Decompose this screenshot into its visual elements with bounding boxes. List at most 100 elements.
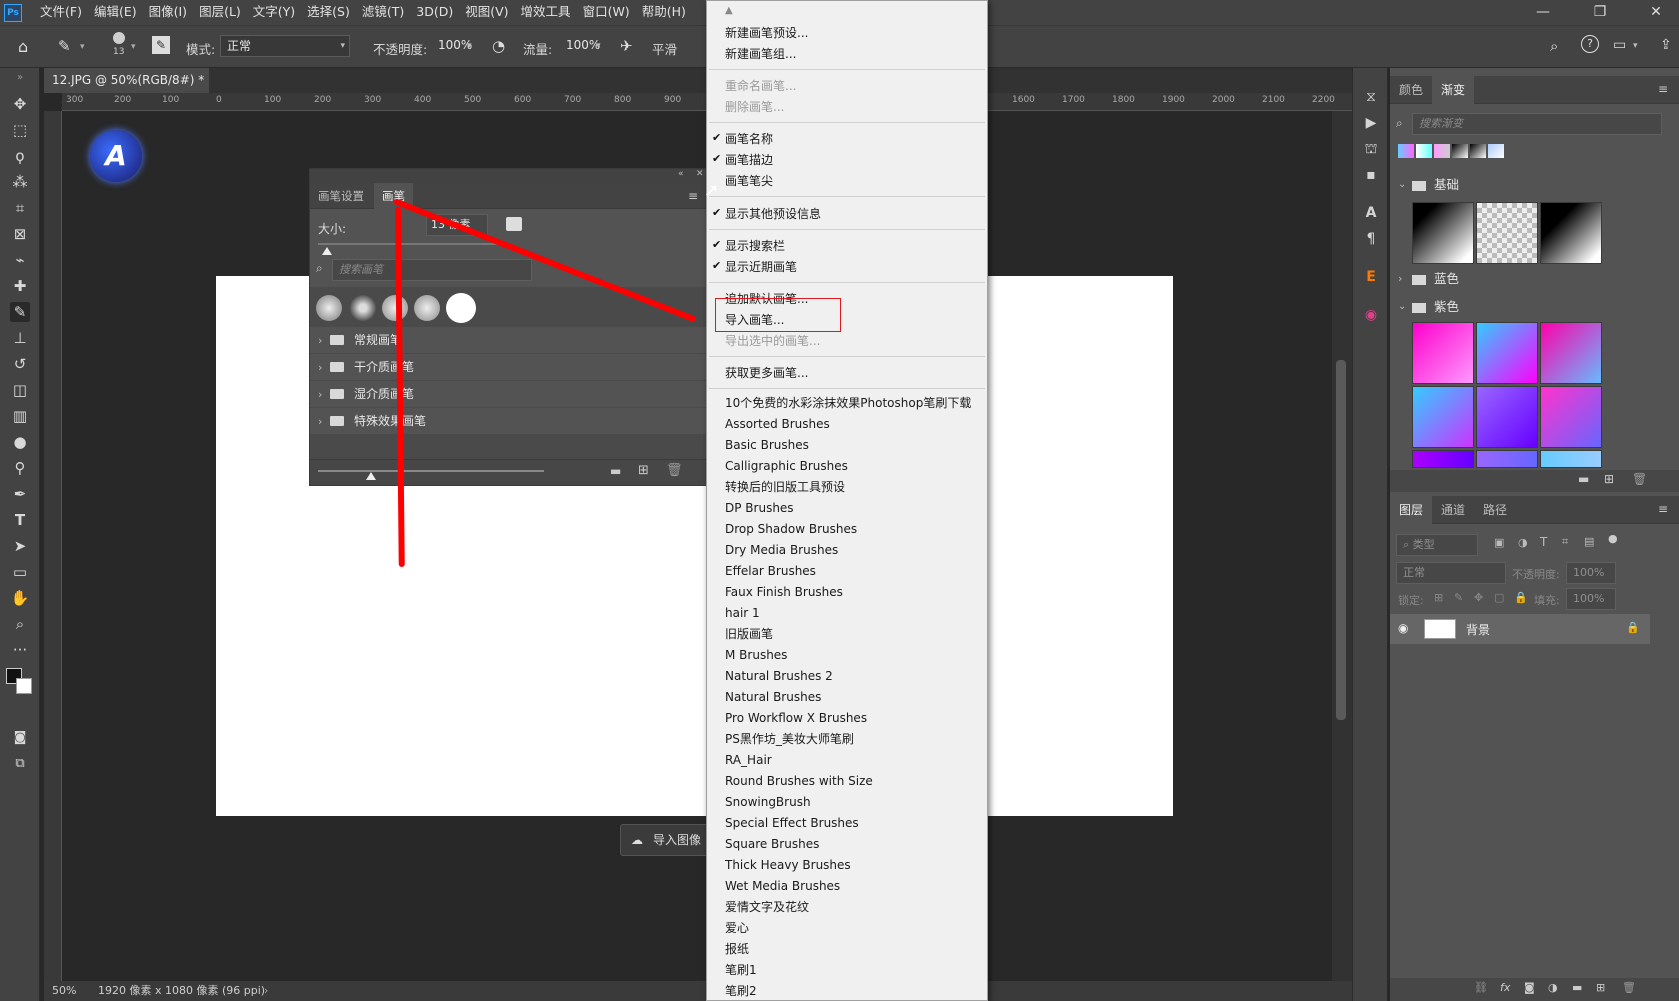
menu-file[interactable]: 文件(F) bbox=[34, 0, 88, 26]
menu-item-brush-stroke[interactable]: 画笔描边 bbox=[725, 152, 773, 168]
recent-gradient[interactable] bbox=[1470, 144, 1486, 158]
filter-type-icon[interactable]: T bbox=[1540, 535, 1547, 549]
link-layers-icon[interactable]: ⛓ bbox=[1474, 981, 1488, 994]
panel-header[interactable]: « ✕ bbox=[310, 169, 709, 183]
gradient-swatch[interactable] bbox=[1476, 386, 1538, 448]
brush-set-item[interactable]: 10个免费的水彩涂抹效果Photoshop笔刷下载 bbox=[725, 395, 971, 411]
menu-item-show-preset-info[interactable]: 显示其他预设信息 bbox=[725, 206, 821, 222]
healing-brush-icon[interactable]: ✚ bbox=[10, 276, 30, 296]
brush-set-item[interactable]: Faux Finish Brushes bbox=[725, 584, 843, 600]
menu-item-show-search-bar[interactable]: 显示搜索栏 bbox=[725, 238, 785, 254]
search-icon[interactable]: ⌕ bbox=[1550, 37, 1558, 55]
mode-select[interactable]: 正常 ▾ bbox=[220, 35, 350, 57]
menu-select[interactable]: 选择(S) bbox=[301, 0, 356, 26]
brush-preview-icon[interactable] bbox=[113, 32, 125, 44]
menu-help[interactable]: 帮助(H) bbox=[636, 0, 692, 26]
type-tool-icon[interactable]: T bbox=[10, 510, 30, 530]
visibility-eye-icon[interactable]: ◉ bbox=[1398, 621, 1408, 635]
character-icon[interactable]: A bbox=[1362, 204, 1380, 222]
filter-smart-icon[interactable]: ▤ bbox=[1584, 535, 1594, 548]
thumbnail-size-slider[interactable] bbox=[318, 470, 544, 472]
gradient-group-purple[interactable]: ⌄ 紫色 bbox=[1390, 294, 1665, 320]
menu-plugins[interactable]: 增效工具 bbox=[515, 0, 577, 26]
menu-view[interactable]: 视图(V) bbox=[459, 0, 514, 26]
paragraph-icon[interactable]: ¶ bbox=[1362, 230, 1380, 248]
recent-brush-5[interactable] bbox=[446, 293, 476, 323]
trash-icon[interactable]: 🗑 bbox=[666, 463, 683, 478]
gradient-swatch[interactable] bbox=[1476, 450, 1538, 468]
tab-layers[interactable]: 图层 bbox=[1390, 496, 1433, 524]
dodge-tool-icon[interactable]: ⚲ bbox=[10, 458, 30, 478]
lock-all-icon[interactable]: 🔒 bbox=[1514, 591, 1528, 604]
document-info[interactable]: 1920 像素 x 1080 像素 (96 ppi) bbox=[98, 981, 265, 1001]
document-tab[interactable]: 12.JPG @ 50%(RGB/8#) * × bbox=[44, 68, 209, 112]
new-group-icon[interactable]: ▬ bbox=[1572, 981, 1582, 994]
add-brush-icon[interactable]: ⊞ bbox=[638, 463, 649, 478]
menu-edit[interactable]: 编辑(E) bbox=[88, 0, 143, 26]
marquee-tool-icon[interactable]: ⬚ bbox=[10, 120, 30, 140]
move-tool-icon[interactable]: ✥ bbox=[10, 94, 30, 114]
layer-row[interactable]: ◉ 背景 🔒 bbox=[1390, 614, 1650, 644]
home-icon[interactable]: ⌂ bbox=[18, 37, 38, 57]
slider-handle[interactable] bbox=[366, 472, 376, 480]
menu-image[interactable]: 图像(I) bbox=[143, 0, 193, 26]
brush-set-item[interactable]: Natural Brushes bbox=[725, 689, 821, 705]
gradient-swatch[interactable] bbox=[1412, 322, 1474, 384]
menu-item-brush-tip[interactable]: 画笔笔尖 bbox=[725, 173, 773, 189]
tab-channels[interactable]: 通道 bbox=[1432, 496, 1474, 524]
brush-set-item[interactable]: Wet Media Brushes bbox=[725, 878, 840, 894]
filter-shape-icon[interactable]: ⌗ bbox=[1562, 535, 1568, 549]
gradient-swatch[interactable] bbox=[1540, 450, 1602, 468]
gradient-search-input[interactable]: 搜索渐变 bbox=[1412, 113, 1662, 135]
gradient-swatch[interactable] bbox=[1476, 202, 1538, 264]
layer-fill-input[interactable]: 100% bbox=[1566, 588, 1616, 610]
menu-item-new-brush-preset[interactable]: 新建画笔预设... bbox=[725, 25, 808, 41]
fx-icon[interactable]: fx bbox=[1500, 981, 1510, 994]
adjustment-layer-icon[interactable]: ◑ bbox=[1548, 981, 1558, 994]
slider-handle[interactable] bbox=[322, 247, 332, 255]
menu-item-new-brush-group[interactable]: 新建画笔组... bbox=[725, 46, 796, 62]
brush-set-item[interactable]: 爱心 bbox=[725, 920, 749, 936]
brush-search-input[interactable]: 搜索画笔 bbox=[332, 259, 532, 281]
size-slider[interactable] bbox=[318, 243, 498, 245]
chevron-down-icon[interactable]: ▾ bbox=[1633, 41, 1638, 51]
chevron-down-icon[interactable]: ▾ bbox=[596, 41, 601, 51]
gradient-swatch[interactable] bbox=[1412, 202, 1474, 264]
brush-set-item[interactable]: Assorted Brushes bbox=[725, 416, 830, 432]
collapse-icon[interactable]: « bbox=[678, 169, 684, 179]
eraser-icon[interactable]: ◫ bbox=[10, 380, 30, 400]
new-folder-icon[interactable]: ▬ bbox=[610, 464, 621, 478]
brush-set-item[interactable]: RA_Hair bbox=[725, 752, 772, 768]
brush-set-item[interactable]: Thick Heavy Brushes bbox=[725, 857, 851, 873]
menu-item-brush-name[interactable]: 画笔名称 bbox=[725, 131, 773, 147]
brush-set-item[interactable]: 转换后的旧版工具预设 bbox=[725, 479, 845, 495]
gradient-swatch[interactable] bbox=[1476, 322, 1538, 384]
history-brush-icon[interactable]: ↺ bbox=[10, 354, 30, 374]
gradient-swatch[interactable] bbox=[1540, 386, 1602, 448]
scrollbar-thumb[interactable] bbox=[1336, 360, 1346, 720]
screen-mode-icon[interactable]: ⧉ bbox=[10, 754, 30, 774]
lock-artboard-icon[interactable]: ▢ bbox=[1494, 591, 1504, 604]
trash-icon[interactable]: 🗑 bbox=[1622, 981, 1636, 994]
gradient-tool-icon[interactable]: ▥ bbox=[10, 406, 30, 426]
brush-set-item[interactable]: M Brushes bbox=[725, 647, 787, 663]
brush-set-item[interactable]: Dry Media Brushes bbox=[725, 542, 838, 558]
brush-set-item[interactable]: Square Brushes bbox=[725, 836, 819, 852]
brush-picker-chevron-icon[interactable]: ▾ bbox=[131, 42, 136, 52]
blur-tool-icon[interactable]: ● bbox=[10, 432, 30, 452]
brush-set-item[interactable]: Drop Shadow Brushes bbox=[725, 521, 857, 537]
tab-brush-settings[interactable]: 画笔设置 bbox=[310, 183, 372, 209]
brush-settings-toggle-icon[interactable]: ✎ bbox=[152, 36, 170, 54]
background-color-swatch[interactable] bbox=[16, 678, 32, 694]
airbrush-icon[interactable]: ✈ bbox=[620, 37, 633, 55]
lock-position-icon[interactable]: ✥ bbox=[1474, 591, 1483, 604]
share-icon[interactable]: ⇪ bbox=[1660, 37, 1672, 53]
filter-pixel-icon[interactable]: ▣ bbox=[1494, 536, 1504, 549]
plugins-icon[interactable]: ⛫ bbox=[1362, 140, 1380, 158]
import-image-button[interactable]: ☁ 导入图像 bbox=[620, 824, 710, 856]
brush-set-item[interactable]: Effelar Brushes bbox=[725, 563, 816, 579]
quick-mask-icon[interactable]: ◙ bbox=[10, 728, 30, 748]
opacity-input[interactable]: 100% bbox=[432, 35, 480, 57]
menu-type[interactable]: 文字(Y) bbox=[247, 0, 301, 26]
tab-gradients[interactable]: 渐变 bbox=[1432, 76, 1475, 104]
